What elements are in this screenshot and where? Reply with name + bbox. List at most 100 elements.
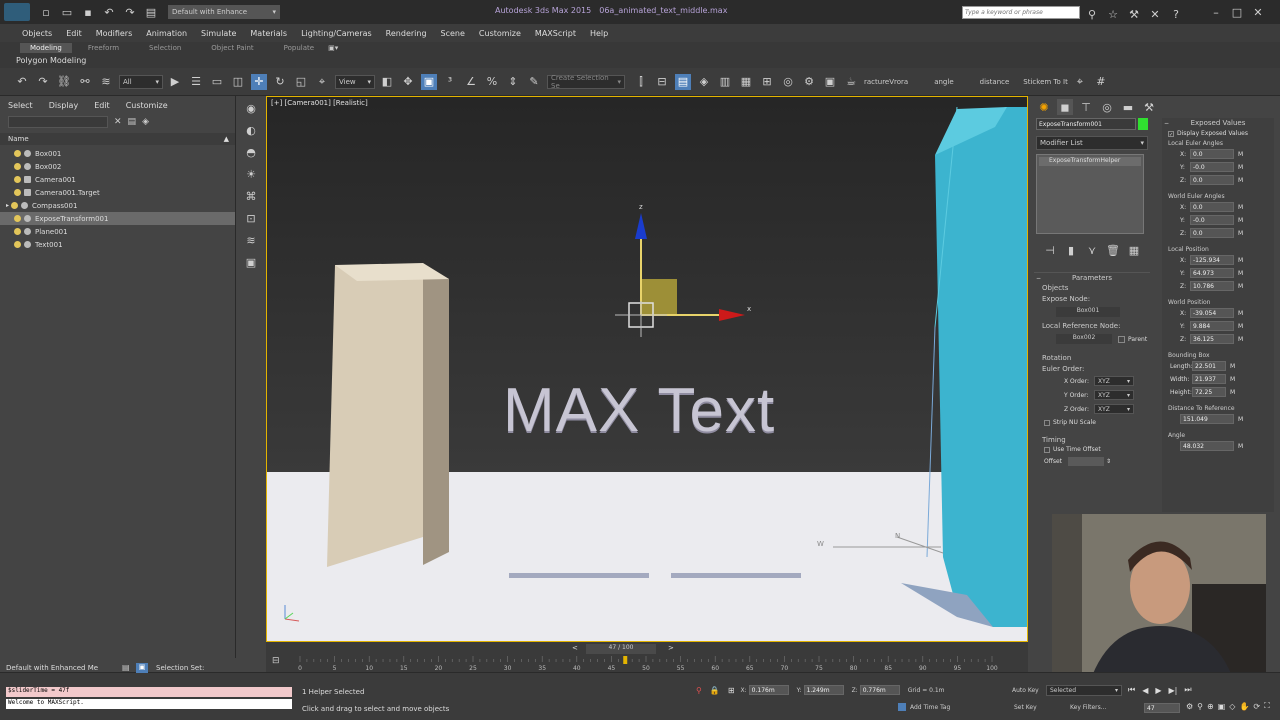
lock-icon[interactable]: M (1238, 323, 1243, 330)
explorer-menu-select[interactable]: Select (8, 101, 33, 110)
open-file-icon[interactable]: ▭ (59, 4, 75, 20)
timeline-ruler[interactable]: 0 5 10 15 20 25 30 35 40 45 50 55 60 65 70 75 80 85 90 95 10… (266, 656, 1028, 672)
parameters-title[interactable]: Parameters (1072, 274, 1112, 282)
ribbon-tab-freeform[interactable]: Freeform (88, 44, 119, 52)
world-position-y[interactable]: 9.884 (1190, 321, 1234, 331)
coord-x-field[interactable]: 0.176m (748, 685, 789, 695)
menu-maxscript[interactable]: MAXScript (535, 29, 576, 38)
world-position-x[interactable]: -39.054 (1190, 308, 1234, 318)
viewport-label[interactable]: [+] [Camera001] [Realistic] (271, 99, 368, 107)
workspace-footer[interactable]: Default with Enhanced Me (6, 664, 106, 672)
angle-value[interactable]: 48.032 (1180, 441, 1234, 451)
coord-z-field[interactable]: 0.776m (859, 685, 900, 695)
select-rotate-icon[interactable]: ↻ (272, 74, 288, 90)
modify-panel-icon[interactable]: ◼ (1057, 99, 1073, 115)
modifier-stack[interactable]: ExposeTransformHelper (1036, 154, 1144, 234)
bbox-length[interactable]: 22.501 (1192, 361, 1226, 371)
pin-icon[interactable]: ⚲ (696, 686, 702, 695)
goto-end-icon[interactable]: ⏭ (1184, 685, 1191, 695)
lock-icon[interactable]: M (1238, 416, 1243, 423)
explorer-item[interactable]: ExposeTransform001 (0, 212, 235, 225)
named-selection-dropdown[interactable]: Create Selection Se ▾ (547, 74, 625, 90)
show-end-result-icon[interactable]: ▮ (1063, 242, 1079, 258)
unlink-icon[interactable]: ⚯ (77, 74, 93, 90)
orbit-icon[interactable]: ⟳ (1253, 702, 1260, 711)
rendered-frame-icon[interactable]: ▣ (822, 74, 838, 90)
modifier-list-dropdown[interactable]: Modifier List ▾ (1036, 136, 1148, 150)
mirror-icon[interactable]: ⫿ (633, 74, 649, 90)
filter-icon[interactable]: ▤ (128, 117, 137, 127)
lock-icon[interactable]: M (1238, 257, 1243, 264)
explorer-item[interactable]: Camera001.Target (0, 186, 235, 199)
current-frame-marker[interactable] (623, 656, 628, 664)
link-icon[interactable]: ⛓ (56, 74, 72, 90)
zoom-all-icon[interactable]: ⊕ (1207, 702, 1214, 711)
selection-lock-icon[interactable]: 🔒 (710, 686, 720, 695)
maximize-icon[interactable]: □ (1229, 4, 1245, 20)
explorer-menu-edit[interactable]: Edit (94, 101, 110, 110)
undo-icon[interactable]: ↶ (14, 74, 30, 90)
select-place-icon[interactable]: ⌖ (314, 74, 330, 90)
display-helpers-icon[interactable]: ⊡ (243, 212, 259, 228)
toolbar-angle-button[interactable]: angle (934, 78, 953, 86)
keyboard-shortcut-icon[interactable]: ▣ (421, 73, 437, 90)
align-icon[interactable]: ⊟ (654, 74, 670, 90)
rollout-collapse-icon[interactable]: − (1164, 120, 1169, 127)
render-setup-icon[interactable]: ⚙ (801, 74, 817, 90)
bulb-icon[interactable] (14, 241, 21, 248)
explorer-item[interactable]: Box002 (0, 160, 235, 173)
next-frame-icon[interactable]: ▶| (1169, 686, 1178, 695)
local-position-y[interactable]: 64.973 (1190, 268, 1234, 278)
select-scale-icon[interactable]: ◱ (293, 74, 309, 90)
star-icon[interactable]: ☆ (1105, 6, 1121, 22)
menu-edit[interactable]: Edit (66, 29, 82, 38)
undo-icon[interactable]: ↶ (101, 4, 117, 20)
key-filters-button[interactable]: Key Filters... (1070, 704, 1107, 711)
display-checkbox[interactable]: ✓ (1168, 130, 1174, 138)
box002-side[interactable] (423, 265, 449, 565)
set-key-button[interactable]: Set Key (1014, 704, 1037, 711)
lock-icon[interactable]: M (1238, 204, 1243, 211)
minimize-icon[interactable]: – (1208, 4, 1224, 20)
crosshair-icon[interactable]: ⌖ (1072, 74, 1088, 90)
exposed-values-title[interactable]: Exposed Values (1191, 119, 1246, 127)
select-mode-icon[interactable]: ▣ (136, 663, 148, 673)
explorer-search-input[interactable] (8, 116, 108, 128)
local-euler-y[interactable]: -0.0 (1190, 162, 1234, 172)
explorer-item[interactable]: Text001 (0, 238, 235, 251)
maxscript-listener[interactable]: $sliderTime = 47f (6, 687, 292, 697)
play-icon[interactable]: ▶ (1155, 686, 1161, 695)
menu-customize[interactable]: Customize (479, 29, 521, 38)
explorer-item[interactable]: Camera001 (0, 173, 235, 186)
object-name-field[interactable]: ExposeTransform001 (1036, 118, 1136, 130)
camera-viewport[interactable]: W N z x [+] [Camera001] [Realistic] MAX … (266, 96, 1028, 642)
remove-modifier-icon[interactable]: 🗑 (1105, 242, 1121, 258)
workspace-dropdown[interactable]: Default with Enhance ▾ (168, 5, 280, 19)
display-warps-icon[interactable]: ≋ (243, 234, 259, 250)
lock-icon[interactable]: M (1230, 376, 1235, 383)
grid-icon[interactable]: # (1093, 74, 1109, 90)
toolbar-stickem-button[interactable]: Stickem To It (1023, 78, 1068, 86)
time-slider-next-icon[interactable]: > (668, 644, 674, 652)
prev-frame-icon[interactable]: ◀ (1142, 686, 1148, 695)
explorer-column-header[interactable]: Name ▲ (0, 133, 235, 145)
edit-named-sel-icon[interactable]: ✎ (526, 74, 542, 90)
lock-icon[interactable]: M (1238, 310, 1243, 317)
display-none-icon[interactable]: ◉ (243, 102, 259, 118)
ribbon-tab-selection[interactable]: Selection (149, 44, 181, 52)
menu-lighting-cameras[interactable]: Lighting/Cameras (301, 29, 372, 38)
modifier-stack-item[interactable]: ExposeTransformHelper (1039, 157, 1141, 166)
select-object-icon[interactable]: ▶ (167, 74, 183, 90)
bbox-height[interactable]: 72.25 (1192, 387, 1226, 397)
pin-stack-icon[interactable]: ⊣ (1042, 242, 1058, 258)
lock-icon[interactable]: M (1238, 336, 1243, 343)
menu-scene[interactable]: Scene (441, 29, 465, 38)
time-tag-icon[interactable] (898, 703, 906, 711)
snaps-toggle-icon[interactable]: ³ (442, 74, 458, 90)
pan-icon[interactable]: ✋ (1239, 702, 1249, 711)
make-unique-icon[interactable]: ⋎ (1084, 242, 1100, 258)
create-panel-icon[interactable]: ✺ (1036, 99, 1052, 115)
lock-icon[interactable]: M (1230, 389, 1235, 396)
explorer-menu-display[interactable]: Display (49, 101, 79, 110)
expand-icon[interactable]: ▸ (6, 202, 9, 209)
